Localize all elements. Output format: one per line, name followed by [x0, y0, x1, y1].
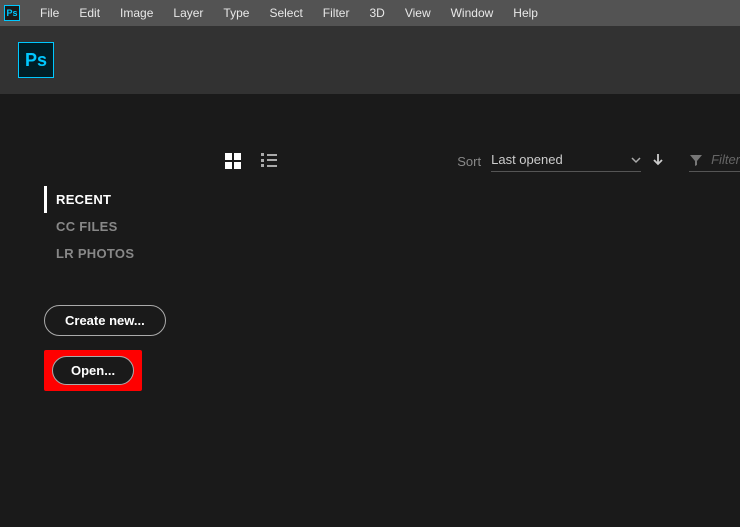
create-new-button[interactable]: Create new...: [44, 305, 166, 336]
sidebar-item-recent[interactable]: RECENT: [44, 186, 180, 213]
menu-view[interactable]: View: [395, 6, 441, 20]
menu-filter[interactable]: Filter: [313, 6, 360, 20]
content-topbar: Sort Last opened Filter: [225, 150, 740, 172]
sidebar: RECENT CC FILES LR PHOTOS Create new... …: [0, 94, 180, 527]
main-area: RECENT CC FILES LR PHOTOS Create new... …: [0, 94, 740, 527]
menu-layer[interactable]: Layer: [163, 6, 213, 20]
menubar: Ps File Edit Image Layer Type Select Fil…: [0, 0, 740, 26]
sidebar-buttons: Create new... Open...: [44, 305, 180, 391]
app-icon-small: Ps: [4, 5, 20, 21]
filter-placeholder: Filter: [711, 152, 740, 167]
open-button-highlight: Open...: [44, 350, 142, 391]
app-logo: Ps: [18, 42, 54, 78]
sort-label: Sort: [457, 154, 481, 169]
menu-type[interactable]: Type: [213, 6, 259, 20]
sort-area: Sort Last opened: [457, 150, 665, 172]
menu-3d[interactable]: 3D: [359, 6, 394, 20]
app-icon-small-label: Ps: [6, 8, 17, 18]
menu-select[interactable]: Select: [259, 6, 312, 20]
menu-edit[interactable]: Edit: [69, 6, 110, 20]
app-logo-label: Ps: [25, 50, 47, 71]
sidebar-item-lrphotos[interactable]: LR PHOTOS: [44, 240, 180, 267]
filter-area[interactable]: Filter: [689, 150, 740, 172]
list-view-icon[interactable]: [261, 153, 277, 167]
grid-view-icon[interactable]: [225, 153, 241, 169]
menu-image[interactable]: Image: [110, 6, 163, 20]
sort-direction-icon[interactable]: [651, 152, 665, 171]
chevron-down-icon: [631, 155, 641, 165]
view-toggles: [225, 153, 277, 169]
sort-dropdown[interactable]: Last opened: [491, 150, 641, 172]
open-button[interactable]: Open...: [52, 356, 134, 385]
filter-icon: [689, 153, 703, 167]
sidebar-item-ccfiles[interactable]: CC FILES: [44, 213, 180, 240]
menu-window[interactable]: Window: [441, 6, 504, 20]
menu-file[interactable]: File: [30, 6, 69, 20]
sort-value: Last opened: [491, 152, 563, 167]
menu-help[interactable]: Help: [503, 6, 548, 20]
toolbar: Ps: [0, 26, 740, 94]
